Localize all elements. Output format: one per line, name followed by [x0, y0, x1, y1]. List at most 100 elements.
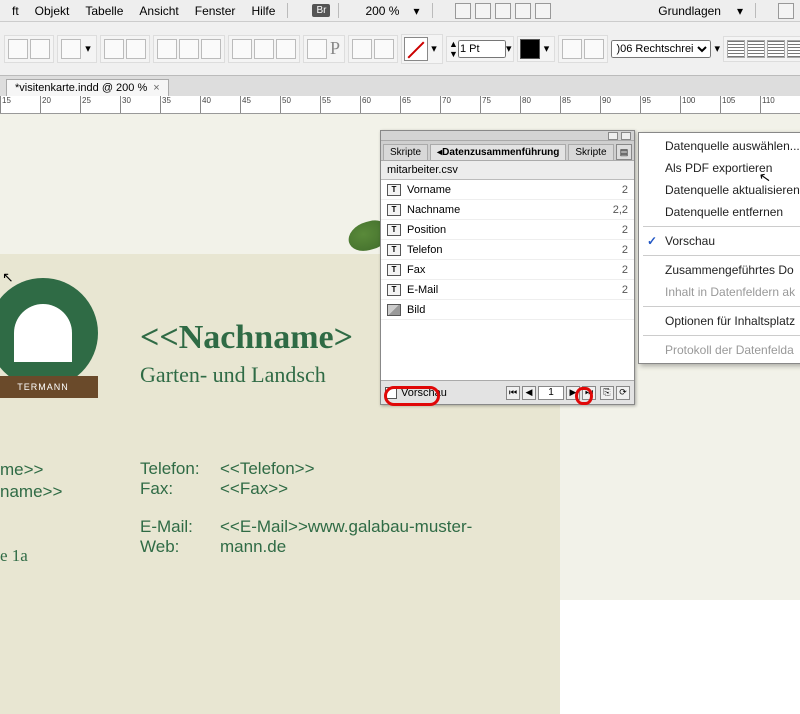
tool-icon[interactable]: [104, 39, 124, 59]
create-merged-icon[interactable]: ⎘: [600, 386, 614, 400]
field-row[interactable]: TFax2: [381, 260, 634, 280]
document-tab[interactable]: *visitenkarte.indd @ 200 % ×: [6, 79, 169, 96]
menu-item[interactable]: Ansicht: [131, 4, 186, 18]
tool-icon[interactable]: [157, 39, 177, 59]
stroke-weight-input[interactable]: [458, 40, 506, 58]
field-list: TVorname2TNachname2,2TPosition2TTelefon2…: [381, 180, 634, 320]
tool-icon[interactable]: [126, 39, 146, 59]
menu-item[interactable]: ✓Vorschau: [639, 230, 800, 252]
close-icon[interactable]: ×: [153, 82, 159, 94]
tool-icon[interactable]: [254, 39, 274, 59]
search-icon[interactable]: [778, 3, 794, 19]
tab-datenzusammenfuehrung[interactable]: ◂Datenzusammenführung: [430, 144, 566, 160]
tool-icon[interactable]: [179, 39, 199, 59]
menu-item: Protokoll der Datenfelda: [639, 339, 800, 361]
menu-item[interactable]: Datenquelle entfernen: [639, 201, 800, 223]
field-row[interactable]: TTelefon2: [381, 240, 634, 260]
contact-fields: Telefon:<<Telefon>> Fax:<<Fax>> E-Mail:<…: [140, 459, 472, 557]
preview-checkbox[interactable]: [385, 387, 397, 399]
chevron-down-icon[interactable]: ▾: [405, 4, 427, 18]
panel-close-icon[interactable]: [621, 132, 631, 140]
menu-item[interactable]: ft: [4, 4, 27, 18]
left-merge-fields: me>> name>>: [0, 459, 62, 503]
menu-item[interactable]: Fenster: [187, 4, 244, 18]
nav-prev-icon[interactable]: ◀: [522, 386, 536, 400]
menu-item[interactable]: Tabelle: [77, 4, 131, 18]
view-mode-icon[interactable]: [515, 3, 531, 19]
tool-icon[interactable]: [201, 39, 221, 59]
tool-icon[interactable]: [276, 39, 296, 59]
align-right-icon[interactable]: [767, 40, 785, 58]
tab-skripte[interactable]: Skripte: [383, 144, 428, 160]
logo-banner: TERMANN: [0, 376, 98, 398]
tool-icon[interactable]: [374, 39, 394, 59]
subtitle-text: Garten- und Landsch: [140, 362, 326, 388]
document-tab-title: *visitenkarte.indd @ 200 %: [15, 82, 147, 94]
menu-item[interactable]: Hilfe: [243, 4, 283, 18]
nav-next-icon[interactable]: ▶: [566, 386, 580, 400]
menu-item[interactable]: Als PDF exportieren: [639, 157, 800, 179]
paragraph-style-icon[interactable]: P: [328, 38, 342, 59]
fill-swatch[interactable]: [404, 37, 428, 61]
eyedropper-icon[interactable]: [352, 39, 372, 59]
workspace-dropdown[interactable]: Grundlagen: [650, 4, 729, 18]
field-row[interactable]: Bild: [381, 300, 634, 320]
panel-collapse-icon[interactable]: [608, 132, 618, 140]
field-count: 2,2: [598, 204, 628, 216]
tool-icon[interactable]: [61, 39, 81, 59]
zoom-level[interactable]: 200 %: [359, 4, 405, 18]
text-field-icon: T: [387, 264, 401, 276]
record-number-input[interactable]: 1: [538, 386, 564, 400]
bridge-icon[interactable]: Br: [312, 4, 330, 17]
view-mode-icon[interactable]: [455, 3, 471, 19]
panel-titlebar[interactable]: [381, 131, 634, 141]
tool-icon[interactable]: [30, 39, 50, 59]
tool-icon[interactable]: [232, 39, 252, 59]
align-justify-icon[interactable]: [787, 40, 800, 58]
menu-item[interactable]: Zusammengeführtes Do: [639, 259, 800, 281]
preview-label[interactable]: Vorschau: [401, 387, 447, 399]
menu-item[interactable]: Datenquelle auswählen...: [639, 135, 800, 157]
menu-item[interactable]: Datenquelle aktualisieren: [639, 179, 800, 201]
field-row[interactable]: T Nachname2,2: [381, 200, 634, 220]
stroke-swatch[interactable]: [520, 39, 540, 59]
tool-icon[interactable]: [307, 39, 327, 59]
panel-flyout-menu-icon[interactable]: ▤: [616, 144, 632, 160]
chevron-down-icon[interactable]: ▾: [540, 42, 552, 55]
nav-first-icon[interactable]: ⏮: [506, 386, 520, 400]
panel-tabs: Skripte ◂Datenzusammenführung Skripte ▤: [381, 141, 634, 161]
chevron-down-icon[interactable]: ▾: [729, 4, 751, 18]
address-fragment: e 1a: [0, 546, 28, 566]
menu-item[interactable]: Objekt: [27, 4, 78, 18]
chevron-down-icon[interactable]: ▾: [428, 42, 440, 55]
tab-skripte-2[interactable]: Skripte: [568, 144, 613, 160]
align-left-icon[interactable]: [727, 40, 745, 58]
tool-icon[interactable]: [562, 39, 582, 59]
align-center-icon[interactable]: [747, 40, 765, 58]
horizontal-ruler: 1520253035404550556065707580859095100105…: [0, 96, 800, 114]
language-select[interactable]: )06 Rechtschreib: [611, 40, 711, 58]
update-icon[interactable]: ⟳: [616, 386, 630, 400]
field-row[interactable]: TPosition2: [381, 220, 634, 240]
field-name: Vorname: [407, 184, 598, 196]
view-mode-icon[interactable]: [535, 3, 551, 19]
text-field-icon: T: [387, 224, 401, 236]
tool-icon[interactable]: [8, 39, 28, 59]
document-tab-bar: *visitenkarte.indd @ 200 % ×: [0, 76, 800, 96]
field-name: Nachname: [407, 204, 598, 216]
view-mode-icon[interactable]: [495, 3, 511, 19]
chevron-down-icon[interactable]: ▾: [714, 42, 720, 55]
field-count: 2: [598, 284, 628, 296]
chevron-down-icon[interactable]: ▾: [82, 42, 94, 55]
chevron-down-icon[interactable]: ▾: [506, 42, 512, 55]
text-field-icon: T: [387, 204, 401, 216]
view-mode-icon[interactable]: [475, 3, 491, 19]
field-name: Position: [407, 224, 598, 236]
field-name: E-Mail: [407, 284, 598, 296]
nav-last-icon[interactable]: ⏭: [582, 386, 596, 400]
tool-icon[interactable]: [584, 39, 604, 59]
field-row[interactable]: TVorname2: [381, 180, 634, 200]
field-row[interactable]: TE-Mail2: [381, 280, 634, 300]
field-count: 2: [598, 184, 628, 196]
menu-item[interactable]: Optionen für Inhaltsplatz: [639, 310, 800, 332]
